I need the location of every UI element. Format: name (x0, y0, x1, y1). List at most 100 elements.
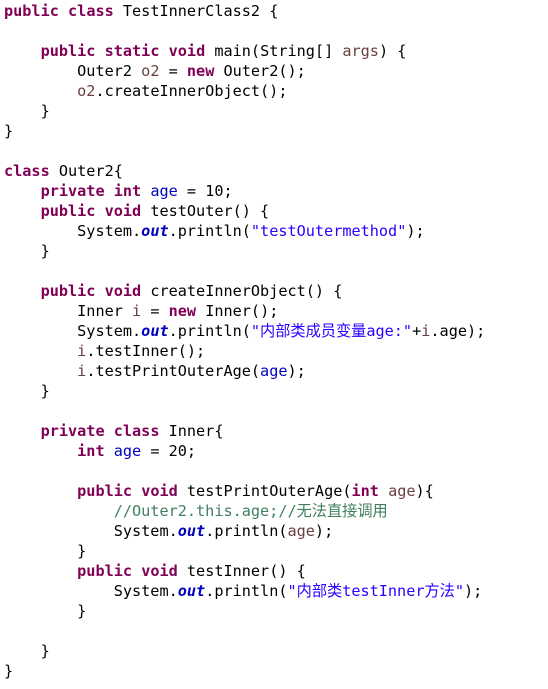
code-line: } (4, 661, 13, 681)
code-token-text: testOuter() { (141, 202, 270, 220)
code-line: public void testPrintOuterAge(int age){ (4, 481, 434, 501)
code-token-static-field: out (141, 222, 169, 240)
code-token-variable: i (77, 342, 87, 360)
code-token-variable: args (342, 42, 379, 60)
code-token-text: .age); (430, 322, 486, 340)
code-line: private class Inner{ (4, 421, 224, 441)
code-token-text: ){ (415, 482, 434, 500)
code-token-text: .createInnerObject(); (95, 82, 288, 100)
code-token-keyword: void (104, 202, 142, 220)
code-line: private int age = 10; (4, 181, 233, 201)
code-token-text: = (159, 62, 187, 80)
code-token-variable: o2 (141, 62, 160, 80)
code-token-text: TestInnerClass2 { (113, 2, 279, 20)
code-line: i.testPrintOuterAge(age); (4, 361, 306, 381)
code-token-text: + (412, 322, 422, 340)
code-token-text: testPrintOuterAge( (177, 482, 352, 500)
code-token-keyword: private (40, 182, 105, 200)
code-token-variable: age (388, 482, 416, 500)
code-line: } (4, 241, 50, 261)
code-line: System.out.println("testOutermethod"); (4, 221, 425, 241)
code-token-keyword: int (351, 482, 379, 500)
code-token-text: testInner() { (177, 562, 306, 580)
code-token-text: Outer2{ (49, 162, 123, 180)
code-token-keyword: public (40, 282, 96, 300)
code-token-keyword: void (141, 482, 178, 500)
code-token-text: .println( (205, 582, 288, 600)
code-token-text: } (40, 242, 50, 260)
code-token-text: } (4, 662, 14, 680)
code-token-keyword: class (113, 422, 160, 440)
code-token-text: Outer2 (77, 62, 142, 80)
code-token-text: } (40, 642, 50, 660)
code-token-keyword: void (104, 282, 142, 300)
code-token-keyword: public (77, 562, 133, 580)
code-token-text: .println( (168, 322, 251, 340)
code-token-comment: //Outer2.this.age;//无法直接调用 (113, 502, 388, 520)
code-line: o2.createInnerObject(); (4, 81, 287, 101)
code-token-field: age (150, 182, 178, 200)
code-line: } (4, 121, 13, 141)
code-token-text: System. (77, 322, 142, 340)
code-token-text: = 20; (141, 442, 197, 460)
code-token-keyword: new (168, 302, 197, 320)
code-token-text: .println( (168, 222, 251, 240)
code-token-keyword: public (4, 2, 59, 20)
code-token-text: = (141, 302, 169, 320)
code-line: System.out.println("内部类成员变量age:"+i.age); (4, 321, 485, 341)
code-token-string-literal: "内部类成员变量age:" (250, 322, 413, 340)
code-token-text: Outer2(); (214, 62, 306, 80)
code-token-text: = 10; (177, 182, 233, 200)
code-line: i.testInner(); (4, 341, 205, 361)
code-token-text: main(String[] (205, 42, 343, 60)
code-token-static-field: out (177, 522, 206, 540)
code-token-text: ); (287, 362, 306, 380)
code-line: public class TestInnerClass2 { (4, 1, 278, 21)
code-token-text: ); (406, 222, 425, 240)
code-token-text: } (40, 382, 50, 400)
code-line: public static void main(String[] args) { (4, 41, 407, 61)
code-token-keyword: static (104, 42, 160, 60)
code-line: System.out.println(age); (4, 521, 333, 541)
code-token-text: Inner(); (196, 302, 279, 320)
code-line: System.out.println("内部类testInner方法"); (4, 581, 483, 601)
code-token-text: .println( (205, 522, 288, 540)
code-token-keyword: public (40, 202, 96, 220)
code-line: public void testInner() { (4, 561, 306, 581)
code-token-text: ); (464, 582, 483, 600)
code-token-keyword: private (40, 422, 105, 440)
code-line: class Outer2{ (4, 161, 123, 181)
code-token-keyword: int (77, 442, 105, 460)
code-token-text: } (40, 102, 50, 120)
code-token-variable: age (287, 522, 315, 540)
code-token-text: } (77, 602, 87, 620)
code-token-text: Inner{ (159, 422, 224, 440)
code-token-text: System. (113, 582, 178, 600)
code-editor[interactable]: public class TestInnerClass2 { public st… (0, 0, 548, 689)
code-line: public void testOuter() { (4, 201, 270, 221)
code-token-text: createInnerObject() { (141, 282, 343, 300)
